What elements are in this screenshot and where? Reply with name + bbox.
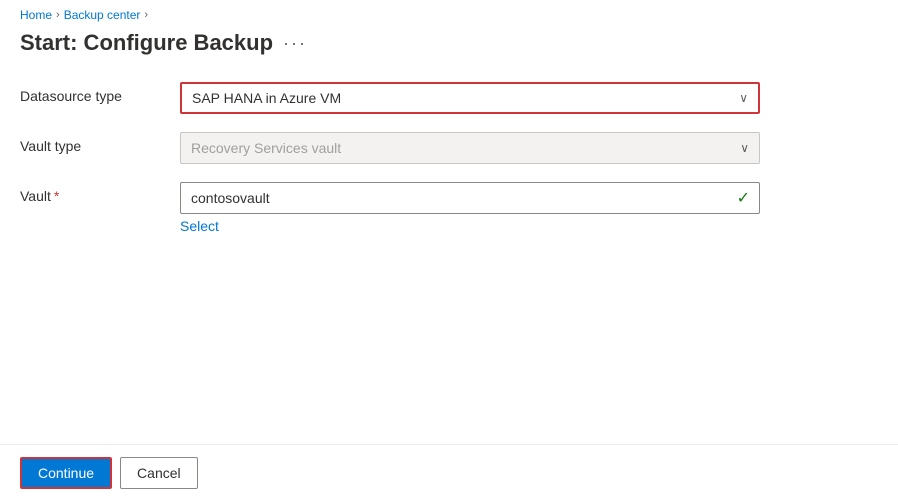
breadcrumb: Home › Backup center › xyxy=(0,0,898,26)
vault-input-wrapper: ✓ xyxy=(180,182,760,214)
datasource-type-control: SAP HANA in Azure VM ∨ xyxy=(180,82,878,114)
datasource-type-dropdown[interactable]: SAP HANA in Azure VM ∨ xyxy=(180,82,760,114)
more-options-icon[interactable]: ··· xyxy=(283,33,307,54)
vault-checkmark-icon: ✓ xyxy=(737,188,750,208)
vault-row: Vault * ✓ Select xyxy=(20,182,878,234)
breadcrumb-backup-center[interactable]: Backup center xyxy=(64,8,141,22)
vault-type-dropdown: Recovery Services vault ∨ xyxy=(180,132,760,164)
page-header: Start: Configure Backup ··· xyxy=(0,26,898,72)
vault-control: ✓ Select xyxy=(180,182,878,234)
datasource-type-row: Datasource type SAP HANA in Azure VM ∨ xyxy=(20,82,878,114)
vault-select-link[interactable]: Select xyxy=(180,218,878,234)
datasource-type-value: SAP HANA in Azure VM xyxy=(192,90,341,106)
form-container: Datasource type SAP HANA in Azure VM ∨ V… xyxy=(0,72,898,444)
vault-required-star: * xyxy=(54,188,59,204)
datasource-type-chevron-icon: ∨ xyxy=(739,91,748,105)
datasource-type-label: Datasource type xyxy=(20,82,180,104)
continue-button[interactable]: Continue xyxy=(20,457,112,489)
vault-type-placeholder: Recovery Services vault xyxy=(191,140,341,156)
vault-label: Vault * xyxy=(20,182,180,204)
page-title: Start: Configure Backup xyxy=(20,30,273,56)
breadcrumb-sep-1: › xyxy=(56,9,60,21)
vault-type-label: Vault type xyxy=(20,132,180,154)
cancel-button[interactable]: Cancel xyxy=(120,457,198,489)
breadcrumb-sep-2: › xyxy=(144,9,148,21)
vault-type-control: Recovery Services vault ∨ xyxy=(180,132,878,164)
vault-input[interactable] xyxy=(180,182,760,214)
vault-type-row: Vault type Recovery Services vault ∨ xyxy=(20,132,878,164)
footer: Continue Cancel xyxy=(0,444,898,501)
breadcrumb-home[interactable]: Home xyxy=(20,8,52,22)
vault-type-chevron-icon: ∨ xyxy=(740,141,749,155)
